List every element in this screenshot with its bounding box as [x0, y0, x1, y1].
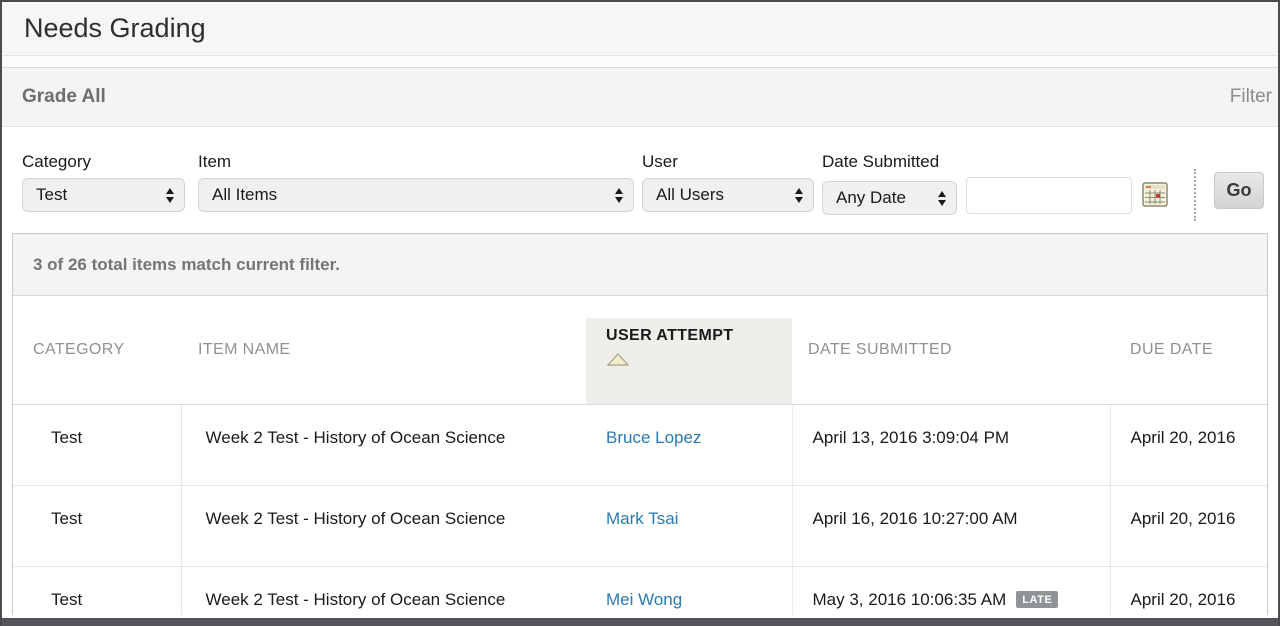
table-row: Test Week 2 Test - History of Ocean Scie… — [13, 485, 1267, 566]
cell-category: Test — [13, 485, 181, 566]
select-arrows-icon — [795, 188, 803, 203]
table-row: Test Week 2 Test - History of Ocean Scie… — [13, 404, 1267, 485]
user-attempt-link[interactable]: Bruce Lopez — [606, 428, 701, 447]
user-label: User — [642, 152, 814, 172]
user-select[interactable]: All Users — [642, 178, 814, 212]
column-header-category[interactable]: CATEGORY — [13, 296, 181, 404]
filter-divider — [1194, 169, 1196, 221]
cell-item-name: Week 2 Test - History of Ocean Science — [181, 566, 586, 615]
window-bottom-edge — [2, 618, 1278, 626]
item-filter-group: Item All Items — [198, 152, 634, 212]
filter-status-bar: 3 of 26 total items match current filter… — [13, 234, 1267, 296]
action-bar: Grade All Filter — [2, 68, 1278, 127]
grade-all-button[interactable]: Grade All — [22, 86, 106, 108]
select-arrows-icon — [615, 188, 623, 203]
cell-due-date: April 20, 2016 — [1110, 566, 1267, 615]
results-container: 3 of 26 total items match current filter… — [12, 233, 1268, 615]
late-badge: LATE — [1016, 591, 1058, 608]
user-filter-group: User All Users — [642, 152, 814, 212]
table-header-row: CATEGORY ITEM NAME USER ATTEMPT DATE SUB… — [13, 296, 1267, 404]
column-header-user-attempt-label: USER ATTEMPT — [606, 327, 733, 344]
date-submitted-select[interactable]: Any Date — [822, 181, 957, 215]
category-filter-group: Category Test — [22, 152, 185, 212]
calendar-button[interactable] — [1140, 180, 1170, 210]
user-attempt-link[interactable]: Mark Tsai — [606, 509, 678, 528]
needs-grading-table: CATEGORY ITEM NAME USER ATTEMPT DATE SUB… — [13, 296, 1267, 615]
category-select[interactable]: Test — [22, 178, 185, 212]
date-submitted-label: Date Submitted — [822, 152, 1170, 172]
header-divider — [2, 56, 1278, 68]
page-title: Needs Grading — [24, 13, 206, 44]
date-submitted-text: May 3, 2016 10:06:35 AM — [813, 590, 1007, 609]
item-label: Item — [198, 152, 634, 172]
category-select-value: Test — [36, 185, 67, 205]
filter-status-text: 3 of 26 total items match current filter… — [33, 255, 340, 275]
filter-button[interactable]: Filter — [1230, 86, 1272, 108]
date-input[interactable] — [966, 177, 1132, 214]
cell-category: Test — [13, 404, 181, 485]
user-attempt-link[interactable]: Mei Wong — [606, 590, 682, 609]
cell-date-submitted: May 3, 2016 10:06:35 AM LATE — [792, 566, 1110, 615]
column-header-item-name[interactable]: ITEM NAME — [181, 296, 586, 404]
needs-grading-page: Needs Grading Grade All Filter Category … — [0, 0, 1280, 626]
page-header: Needs Grading — [2, 2, 1278, 56]
category-label: Category — [22, 152, 185, 172]
date-submitted-controls: Any Date — [822, 178, 1170, 215]
cell-due-date: April 20, 2016 — [1110, 485, 1267, 566]
date-submitted-filter-group: Date Submitted Any Date — [822, 152, 1170, 215]
cell-date-submitted: April 13, 2016 3:09:04 PM — [792, 404, 1110, 485]
cell-category: Test — [13, 566, 181, 615]
select-arrows-icon — [166, 188, 174, 203]
go-button[interactable]: Go — [1214, 172, 1264, 209]
cell-item-name: Week 2 Test - History of Ocean Science — [181, 485, 586, 566]
column-header-user-attempt[interactable]: USER ATTEMPT — [586, 296, 792, 404]
cell-item-name: Week 2 Test - History of Ocean Science — [181, 404, 586, 485]
user-select-value: All Users — [656, 185, 724, 205]
filter-section: Category Test Item All Items User All Us… — [2, 127, 1278, 233]
sort-ascending-icon — [606, 352, 792, 372]
cell-date-submitted: April 16, 2016 10:27:00 AM — [792, 485, 1110, 566]
table-row: Test Week 2 Test - History of Ocean Scie… — [13, 566, 1267, 615]
date-submitted-select-value: Any Date — [836, 188, 906, 208]
column-header-date-submitted[interactable]: DATE SUBMITTED — [792, 296, 1110, 404]
item-select[interactable]: All Items — [198, 178, 634, 212]
item-select-value: All Items — [212, 185, 277, 205]
column-header-due-date[interactable]: DUE DATE — [1110, 296, 1267, 404]
calendar-icon — [1142, 195, 1168, 210]
select-arrows-icon — [938, 191, 946, 206]
cell-due-date: April 20, 2016 — [1110, 404, 1267, 485]
